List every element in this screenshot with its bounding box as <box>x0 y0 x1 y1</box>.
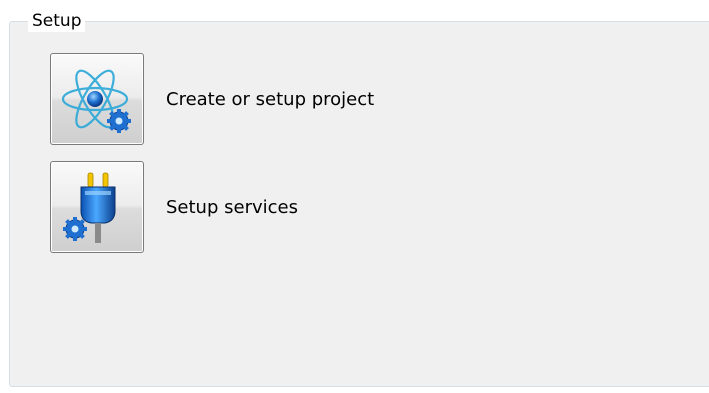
create-project-label: Create or setup project <box>166 88 375 110</box>
setup-services-row: Setup services <box>50 161 298 253</box>
setup-services-label: Setup services <box>166 196 298 218</box>
atom-gear-icon <box>61 69 131 133</box>
plug-gear-icon <box>63 172 116 243</box>
create-project-row: Create or setup project <box>50 53 374 145</box>
group-title: Setup <box>28 10 86 32</box>
setup-panel: Setup Create or setup project Setup serv… <box>0 0 709 393</box>
create-project-button[interactable] <box>50 53 144 145</box>
setup-services-button[interactable] <box>50 161 144 253</box>
